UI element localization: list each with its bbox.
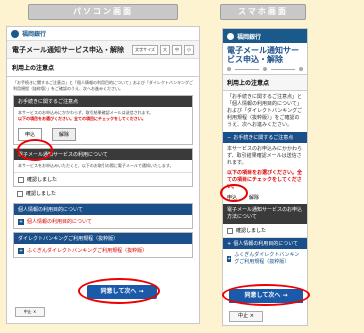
confirm-check-1-label: 確認しました — [27, 177, 58, 183]
confirm-check-2[interactable]: 確認しました — [13, 187, 193, 200]
sp-cancel-button[interactable]: 中止 × — [229, 311, 263, 322]
minus-icon: − — [227, 134, 232, 141]
font-large-button[interactable]: 大 — [160, 44, 170, 55]
pc-header-bar: 福岡銀行 — [7, 27, 199, 41]
checkbox-icon[interactable] — [18, 176, 24, 183]
terms-title: ダイレクトバンキングご利用規程（抜粋版） — [14, 233, 192, 244]
bank-logo-text: 福岡銀行 — [237, 33, 262, 41]
sp-screen-label: スマホ画面 — [220, 4, 306, 20]
bank-logo-text: 福岡銀行 — [22, 31, 47, 38]
notice-box-title: お手続きに関するご注意点 — [14, 96, 192, 107]
personal-info-box: 個人情報の利用目的について + 個人情報の利用目的について — [13, 203, 193, 229]
sp-intro-text: 「お手続きに関するご注意点」と「個人情報の利用目的について」および「ダイレクトバ… — [227, 94, 303, 128]
pc-screen-label: パソコン画面 — [28, 4, 178, 20]
bank-logo-icon — [227, 32, 234, 40]
sp-notice-text: 本サービスのお申込みにかかわらず、取引結果確認メールは送信されます。 — [227, 146, 303, 166]
sp-section-title: 利用上の注意点 — [223, 74, 307, 91]
sp-highlight-agree-button — [222, 284, 310, 306]
pc-title-bar: 電子メール通知サービス申込・解除 文字サイズ 大 中 小 — [7, 41, 199, 59]
notice-box: お手続きに関するご注意点 本サービスのお申込みにかかわらず、取引結果確認メールは… — [13, 95, 193, 145]
plus-icon: + — [227, 256, 232, 262]
step-indicator — [223, 67, 307, 74]
highlight-agree-button — [78, 278, 160, 304]
confirm-check-1[interactable]: 確認しました — [14, 172, 192, 186]
plus-icon: + — [18, 247, 24, 254]
sp-header-bar: 福岡銀行 — [223, 29, 307, 43]
sp-personal-bar-label: 個人情報の利用目的について — [233, 241, 299, 247]
highlight-apply-option — [17, 139, 53, 161]
personal-info-title: 個人情報の利用目的について — [14, 204, 192, 215]
checkbox-icon[interactable] — [227, 227, 233, 234]
checkbox-icon[interactable] — [17, 190, 23, 197]
font-small-button[interactable]: 小 — [184, 44, 194, 55]
sp-highlight-apply-option — [220, 184, 248, 202]
cancel-option[interactable]: 解除 — [52, 128, 77, 141]
sp-page-title: 電子メール通知サービス申込・解除 — [227, 46, 299, 64]
section-title: 利用上の注意点 — [7, 59, 199, 77]
sp-screen: 福岡銀行 電子メール通知サービス申込・解除 利用上の注意点 「お手続きに関するご… — [222, 28, 308, 326]
sp-confirm-check-label: 確認しました — [236, 228, 267, 234]
font-medium-button[interactable]: 中 — [172, 44, 182, 55]
cancel-button[interactable]: 中止 × — [15, 307, 45, 317]
sp-personal-bar[interactable]: + 個人情報の利用目的について — [223, 238, 307, 249]
notice-warning: 以下の項目をお選びください。全ての項目にチェックをしてください。 — [18, 116, 146, 121]
confirm-check-2-label: 確認しました — [26, 191, 57, 197]
plus-icon: + — [18, 218, 24, 225]
personal-info-link-text[interactable]: 個人情報の利用目的について — [27, 218, 92, 225]
sp-terms-link-text[interactable]: ふくぎんダイレクトバンキングご利用規程（抜粋版） — [234, 252, 303, 266]
plus-icon: + — [227, 240, 232, 247]
page-title: 電子メール通知サービス申込・解除 — [12, 45, 124, 54]
sp-service-bar: 電子メール通知サービスのお申込方法について — [223, 204, 307, 224]
sp-terms-link[interactable]: + ふくぎんダイレクトバンキングご利用規程（抜粋版） — [223, 249, 307, 269]
sp-notice-bar-label: お手続きに関するご注意点 — [233, 135, 294, 141]
bank-logo-icon — [11, 29, 19, 38]
service-text: 本サービスをお申込みいただくと、以下のお取引の際に電子メールで通知いたします。 — [18, 163, 174, 168]
sp-notice-bar[interactable]: − お手続きに関するご注意点 — [223, 132, 307, 143]
intro-text: 「お手続きに関するご注意点」と「個人情報の利用目的について」および「ダイレクトバ… — [13, 80, 193, 91]
font-size-label: 文字サイズ — [132, 44, 158, 55]
terms-box: ダイレクトバンキングご利用規程（抜粋版） + ふくぎんダイレクトバンキングご利用… — [13, 232, 193, 258]
sp-confirm-check[interactable]: 確認しました — [223, 224, 307, 238]
personal-info-link[interactable]: + 個人情報の利用目的について — [14, 215, 192, 228]
terms-link-text[interactable]: ふくぎんダイレクトバンキングご利用規程（抜粋版） — [27, 247, 147, 254]
terms-link[interactable]: + ふくぎんダイレクトバンキングご利用規程（抜粋版） — [14, 244, 192, 257]
sp-cancel-option[interactable]: 解除 — [249, 194, 259, 201]
